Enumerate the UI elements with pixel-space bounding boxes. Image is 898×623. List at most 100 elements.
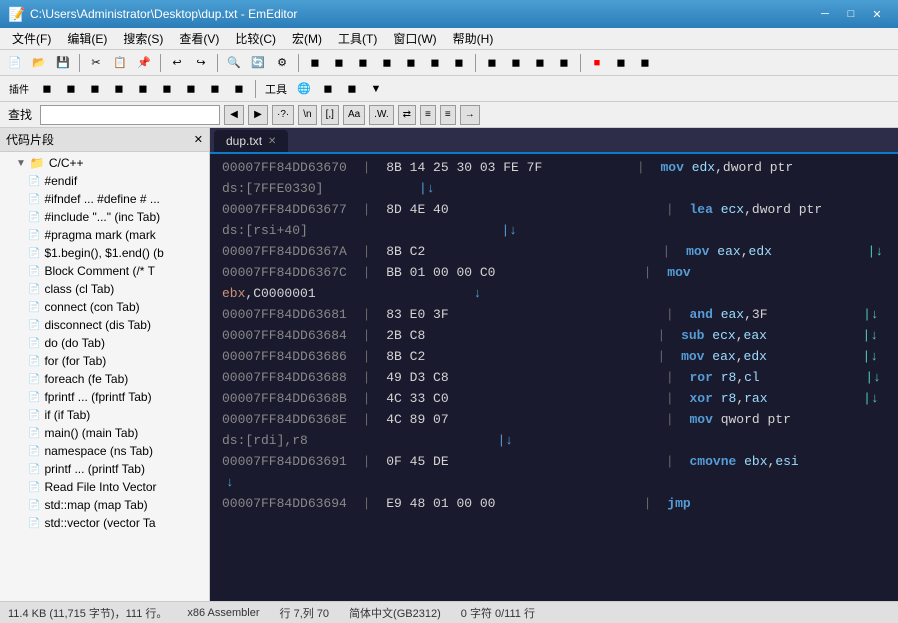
tree-item-map[interactable]: 📄 std::map (map Tab) — [0, 496, 209, 514]
file-icon-12: 📄 — [28, 374, 40, 385]
open-button[interactable]: 📂 — [28, 52, 50, 74]
search-input[interactable] — [40, 105, 220, 125]
tb15[interactable]: ◼ — [553, 52, 575, 74]
search-opt7[interactable]: ≡ — [420, 105, 436, 125]
tree-item-endif[interactable]: 📄 #endif — [0, 172, 209, 190]
code-line-15: 00007FF84DD63691 | 0F 45 DE | cmovne ebx… — [210, 452, 898, 473]
tb9[interactable]: ◼ — [400, 52, 422, 74]
code-editor[interactable]: 00007FF84DD63670 | 8B 14 25 30 03 FE 7F … — [210, 154, 898, 601]
t2b11[interactable]: ◼ — [317, 78, 339, 100]
menu-view[interactable]: 查看(V) — [171, 28, 227, 49]
search-opt1[interactable]: ·?· — [272, 105, 294, 125]
t2b6[interactable]: ◼ — [156, 78, 178, 100]
tree-item-foreach[interactable]: 📄 foreach (fe Tab) — [0, 370, 209, 388]
menu-tools[interactable]: 工具(T) — [330, 28, 385, 49]
search-opt2[interactable]: \n — [298, 105, 316, 125]
tree-item-fprintf[interactable]: 📄 fprintf ... (fprintf Tab) — [0, 388, 209, 406]
search-opt5[interactable]: .W. — [369, 105, 393, 125]
tb5[interactable]: ◼ — [304, 52, 326, 74]
tree-item-include[interactable]: 📄 #include "..." (inc Tab) — [0, 208, 209, 226]
tb7[interactable]: ◼ — [352, 52, 374, 74]
t2b3[interactable]: ◼ — [84, 78, 106, 100]
tb10[interactable]: ◼ — [424, 52, 446, 74]
copy-button[interactable]: 📋 — [109, 52, 131, 74]
tree-item-printf[interactable]: 📄 printf ... (printf Tab) — [0, 460, 209, 478]
sidebar-content[interactable]: ▼ 📁 C/C++ 📄 #endif 📄 #ifndef ... #define… — [0, 152, 209, 601]
tree-item-ifndef[interactable]: 📄 #ifndef ... #define # ... — [0, 190, 209, 208]
tree-item-do[interactable]: 📄 do (do Tab) — [0, 334, 209, 352]
tree-item-disconnect[interactable]: 📄 disconnect (dis Tab) — [0, 316, 209, 334]
tb12[interactable]: ◼ — [481, 52, 503, 74]
find-button[interactable]: 🔍 — [223, 52, 245, 74]
tree-item-connect[interactable]: 📄 connect (con Tab) — [0, 298, 209, 316]
menu-macro[interactable]: 宏(M) — [284, 28, 330, 49]
tab-dup[interactable]: dup.txt ✕ — [214, 130, 288, 152]
menu-compare[interactable]: 比较(C) — [227, 28, 284, 49]
search-opt6[interactable]: ⇄ — [398, 105, 416, 125]
paste-button[interactable]: 📌 — [133, 52, 155, 74]
file-icon-19: 📄 — [28, 500, 40, 511]
code-line-8: 00007FF84DD63681 | 83 E0 3F | and eax ,3… — [210, 305, 898, 326]
tree-item-pragma[interactable]: 📄 #pragma mark (mark — [0, 226, 209, 244]
t2b2[interactable]: ◼ — [60, 78, 82, 100]
tb11[interactable]: ◼ — [448, 52, 470, 74]
tree-item-for[interactable]: 📄 for (for Tab) — [0, 352, 209, 370]
tb13[interactable]: ◼ — [505, 52, 527, 74]
tree-item-class[interactable]: 📄 class (cl Tab) — [0, 280, 209, 298]
t2b1[interactable]: ◼ — [36, 78, 58, 100]
tree-item-block[interactable]: 📄 Block Comment (/* T — [0, 262, 209, 280]
tree-item-main[interactable]: 📄 main() (main Tab) — [0, 424, 209, 442]
tree-item-read-file[interactable]: 📄 Read File Into Vector — [0, 478, 209, 496]
menu-file[interactable]: 文件(F) — [4, 28, 59, 49]
t2b8[interactable]: ◼ — [204, 78, 226, 100]
folder-label: C/C++ — [49, 156, 84, 170]
file-size-status: 11.4 KB (11,715 字节)，111 行。 — [8, 605, 167, 621]
save-button[interactable]: 💾 — [52, 52, 74, 74]
code-line-17: 00007FF84DD63694 | E9 48 01 00 00 | jmp — [210, 494, 898, 515]
search-opt3[interactable]: [,] — [321, 105, 339, 125]
search-next-button[interactable]: ▶ — [248, 105, 268, 125]
tb6[interactable]: ◼ — [328, 52, 350, 74]
tree-folder-cpp[interactable]: ▼ 📁 C/C++ — [0, 154, 209, 172]
search-prev-button[interactable]: ◀ — [224, 105, 244, 125]
new-button[interactable]: 📄 — [4, 52, 26, 74]
search-opt8[interactable]: ≡ — [440, 105, 456, 125]
tb14[interactable]: ◼ — [529, 52, 551, 74]
t2b5[interactable]: ◼ — [132, 78, 154, 100]
maximize-button[interactable]: □ — [838, 5, 864, 23]
t2b10[interactable]: 🌐 — [293, 78, 315, 100]
tb17[interactable]: ◼ — [610, 52, 632, 74]
cut-button[interactable]: ✂ — [85, 52, 107, 74]
undo-button[interactable]: ↩ — [166, 52, 188, 74]
tree-item-vector[interactable]: 📄 std::vector (vector Ta — [0, 514, 209, 532]
file-icon-20: 📄 — [28, 518, 40, 529]
close-button[interactable]: ✕ — [864, 5, 890, 23]
search-opt4[interactable]: Aa — [343, 105, 365, 125]
search-go[interactable]: → — [460, 105, 480, 125]
menu-edit[interactable]: 编辑(E) — [59, 28, 115, 49]
menu-window[interactable]: 窗口(W) — [385, 28, 444, 49]
t2b4[interactable]: ◼ — [108, 78, 130, 100]
menu-search[interactable]: 搜索(S) — [115, 28, 171, 49]
t2b12[interactable]: ◼ — [341, 78, 363, 100]
t2b9[interactable]: ◼ — [228, 78, 250, 100]
tb18[interactable]: ◼ — [634, 52, 656, 74]
tab-close-button[interactable]: ✕ — [268, 136, 276, 147]
redo-button[interactable]: ↪ — [190, 52, 212, 74]
file-icon-13: 📄 — [28, 392, 40, 403]
minimize-button[interactable]: ─ — [812, 5, 838, 23]
tree-item-if[interactable]: 📄 if (if Tab) — [0, 406, 209, 424]
tree-item-begin[interactable]: 📄 $1.begin(), $1.end() (b — [0, 244, 209, 262]
stop-button[interactable]: ■ — [586, 52, 608, 74]
file-icon-14: 📄 — [28, 410, 40, 421]
tree-item-namespace[interactable]: 📄 namespace (ns Tab) — [0, 442, 209, 460]
snippet-btn[interactable]: 插件 — [4, 78, 34, 100]
grep-button[interactable]: ⚙ — [271, 52, 293, 74]
menu-help[interactable]: 帮助(H) — [445, 28, 502, 49]
code-line-5: 00007FF84DD6367A | 8B C2 | mov eax , edx… — [210, 242, 898, 263]
tb8[interactable]: ◼ — [376, 52, 398, 74]
t2b13[interactable]: ▼ — [365, 78, 387, 100]
sidebar-close-button[interactable]: ✕ — [194, 133, 203, 146]
replace-button[interactable]: 🔄 — [247, 52, 269, 74]
t2b7[interactable]: ◼ — [180, 78, 202, 100]
